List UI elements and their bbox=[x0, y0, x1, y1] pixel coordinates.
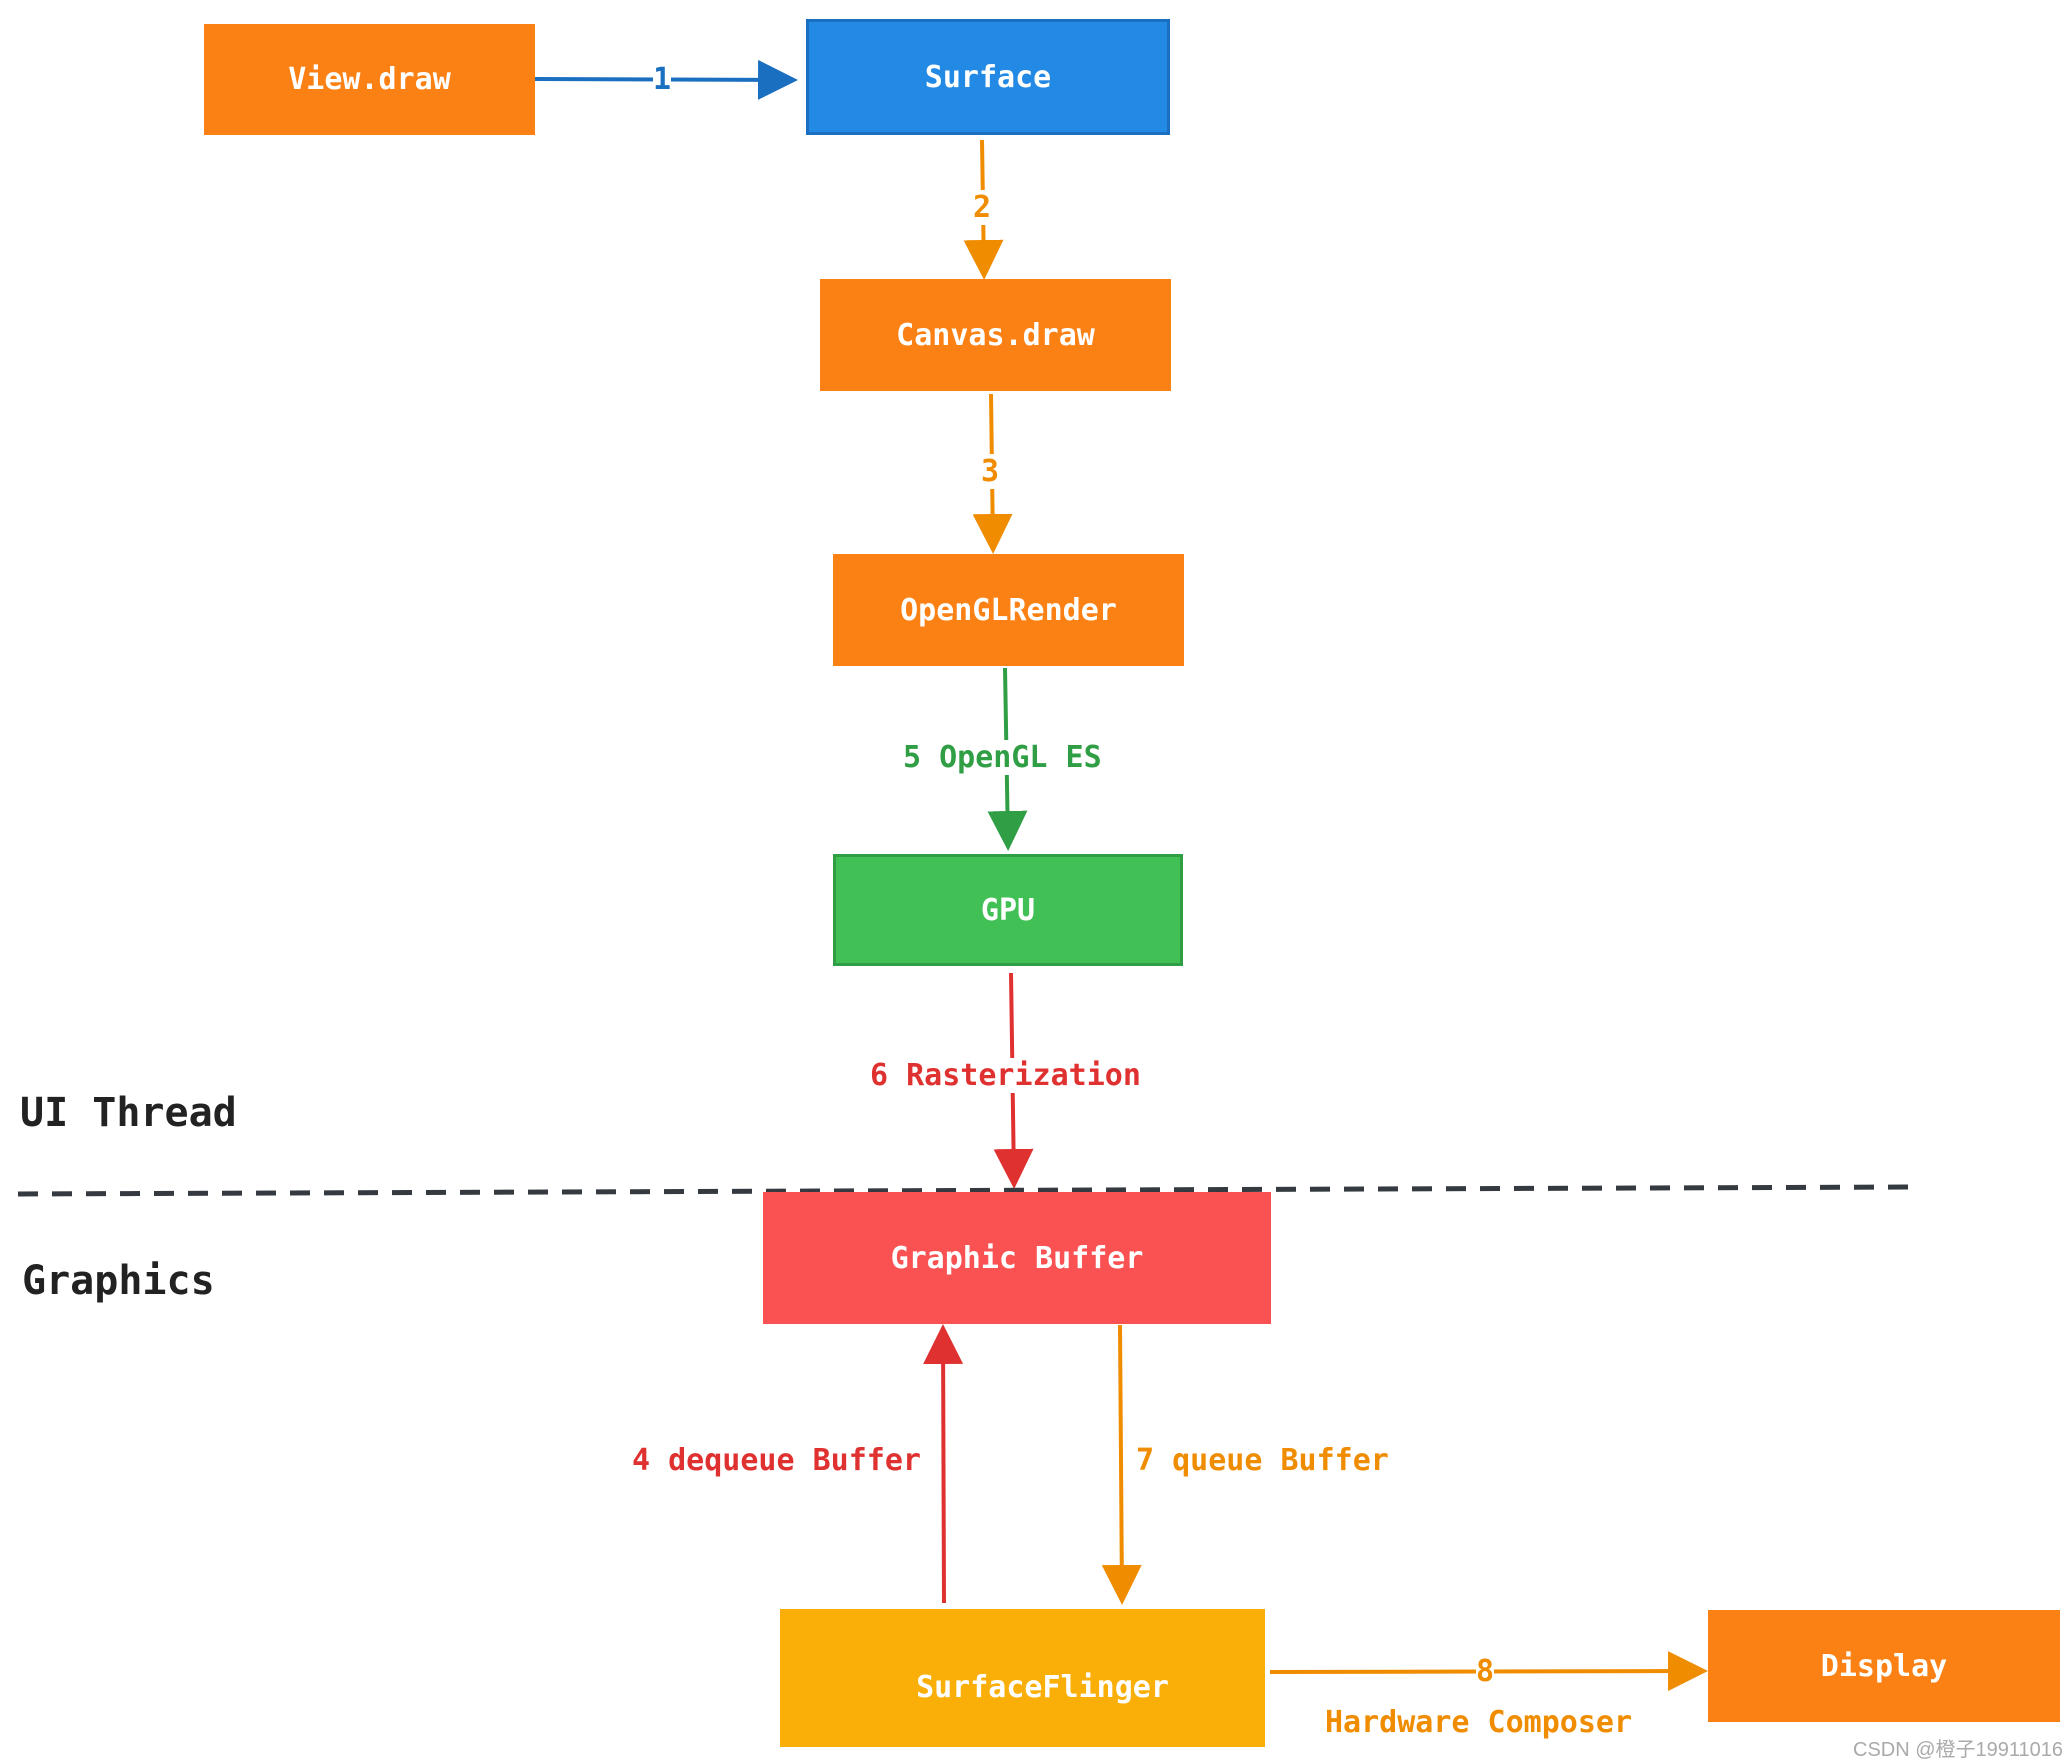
edge-6-label: 6 Rasterization bbox=[870, 1058, 1141, 1093]
edge-1-label: 1 bbox=[653, 62, 672, 97]
edge-7-label: 7 queue Buffer bbox=[1136, 1443, 1389, 1478]
edge-5-label: 5 OpenGL ES bbox=[903, 740, 1102, 775]
region-ui-thread-label: UI Thread bbox=[20, 1090, 237, 1136]
watermark: CSDN @橙子19911016 bbox=[1853, 1739, 2064, 1761]
edge-4-label: 4 dequeue Buffer bbox=[632, 1443, 921, 1478]
node-gpu: GPU bbox=[833, 854, 1183, 966]
edge-2-label: 2 bbox=[973, 190, 992, 225]
node-graphic-buffer: Graphic Buffer bbox=[763, 1192, 1271, 1324]
node-surface-flinger: SurfaceFlinger bbox=[780, 1609, 1265, 1747]
region-graphics-label: Graphics bbox=[22, 1258, 215, 1304]
node-display: Display bbox=[1708, 1610, 2060, 1722]
node-opengl-render: OpenGLRender bbox=[833, 554, 1184, 666]
node-canvas-draw: Canvas.draw bbox=[820, 279, 1171, 391]
node-view-draw: View.draw bbox=[204, 24, 535, 135]
edge-3-label: 3 bbox=[981, 454, 1000, 489]
node-surface: Surface bbox=[806, 19, 1170, 135]
edge-7 bbox=[1101, 1324, 1142, 1605]
edge-4 bbox=[923, 1324, 964, 1604]
edge-8-sublabel: Hardware Composer bbox=[1325, 1705, 1633, 1740]
edge-8-label: 8 bbox=[1476, 1654, 1495, 1689]
